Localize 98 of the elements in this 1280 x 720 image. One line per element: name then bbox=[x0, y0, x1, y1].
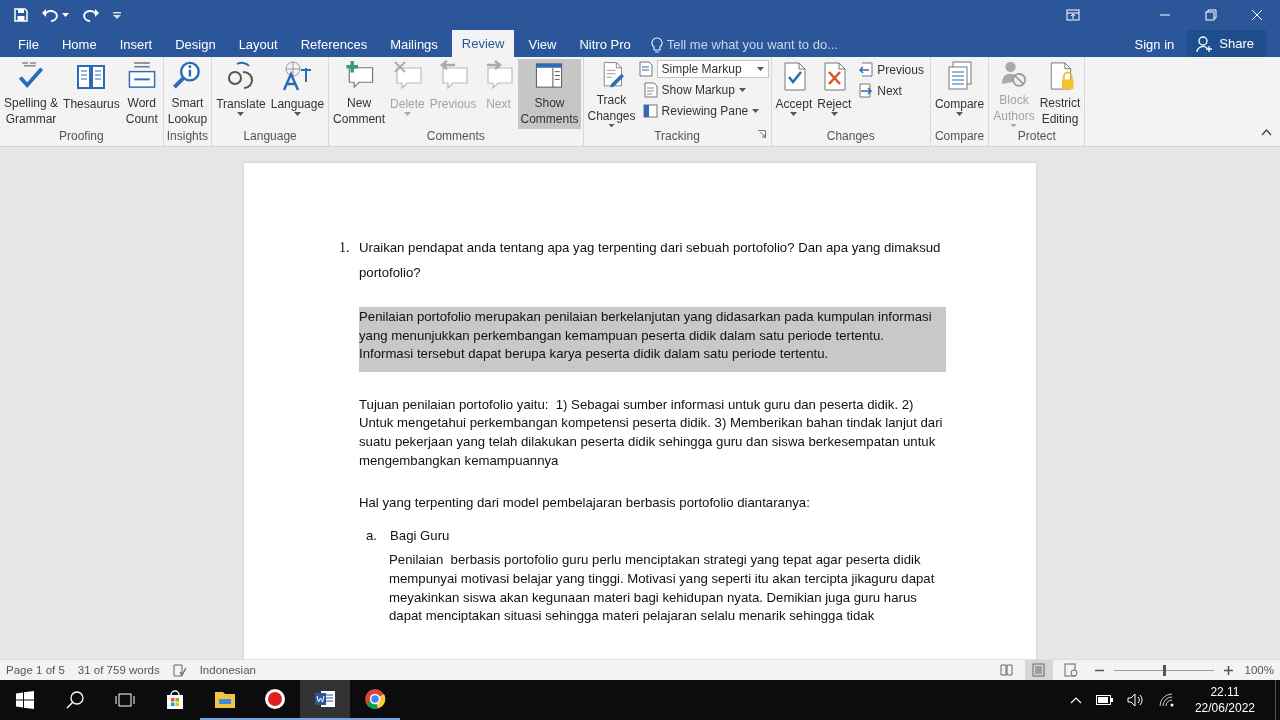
caret-icon bbox=[956, 112, 964, 116]
markup-dropdown[interactable]: Simple Markup bbox=[656, 60, 769, 78]
caret-icon bbox=[608, 123, 615, 127]
ribbon-button[interactable]: Show Markup bbox=[638, 80, 769, 99]
store-icon bbox=[164, 689, 186, 711]
caret-icon bbox=[293, 112, 301, 116]
previous-change-icon bbox=[858, 61, 874, 78]
ribbon-button[interactable]: Next bbox=[854, 81, 928, 100]
ribbon-button[interactable]: Word Count bbox=[122, 59, 161, 129]
group-label: Compare bbox=[934, 129, 985, 145]
zoom-in-icon[interactable] bbox=[1223, 665, 1233, 675]
ribbon-button[interactable]: Spelling & Grammar bbox=[2, 59, 61, 129]
ribbon-button[interactable]: Smart Lookup bbox=[165, 59, 210, 129]
tell-me-field[interactable]: Tell me what you want to do... bbox=[666, 37, 907, 52]
caret-icon bbox=[738, 87, 746, 92]
group-label: Insights bbox=[166, 129, 209, 145]
ribbon-button[interactable]: Reject bbox=[815, 59, 854, 129]
ribbon-button[interactable]: Track Changes bbox=[585, 59, 638, 129]
wifi-icon[interactable] bbox=[1158, 693, 1175, 707]
undo-icon[interactable] bbox=[42, 8, 58, 22]
proofing-icon[interactable] bbox=[172, 663, 187, 677]
ribbon-button[interactable]: Reviewing Pane bbox=[638, 101, 769, 120]
zoom-level[interactable]: 100% bbox=[1244, 664, 1274, 676]
save-icon[interactable] bbox=[14, 8, 28, 22]
search-icon[interactable] bbox=[66, 691, 84, 709]
ribbon-tab[interactable]: Mailings bbox=[381, 32, 447, 57]
ribbon-button[interactable]: Language bbox=[268, 59, 327, 129]
ribbon-tab[interactable]: Nitro Pro bbox=[570, 32, 640, 57]
word-count[interactable]: 31 of 759 words bbox=[77, 664, 160, 676]
pane-icon bbox=[642, 102, 658, 119]
group-label: Changes bbox=[826, 129, 875, 145]
caret-icon bbox=[1010, 123, 1018, 127]
document-icon bbox=[642, 81, 658, 98]
speaker-icon[interactable] bbox=[1126, 693, 1145, 707]
group-label: Tracking bbox=[654, 129, 700, 145]
record-icon bbox=[264, 688, 286, 710]
sign-in-link[interactable]: Sign in bbox=[1125, 32, 1184, 57]
slider-thumb[interactable] bbox=[1162, 664, 1166, 676]
ribbon-button[interactable]: Accept bbox=[773, 59, 815, 129]
ribbon-button[interactable]: New Comment bbox=[331, 59, 388, 129]
group-label: Comments bbox=[426, 129, 485, 145]
clock[interactable]: 22.11 22/06/2022 bbox=[1194, 685, 1255, 715]
comment-add-icon bbox=[343, 60, 376, 91]
globe-icon bbox=[281, 60, 314, 92]
web-page-icon bbox=[1063, 663, 1078, 677]
book-icon bbox=[999, 663, 1014, 677]
caret-icon bbox=[62, 13, 69, 17]
ribbon-button[interactable]: Translate bbox=[214, 59, 268, 129]
group-label: Protect bbox=[1017, 129, 1056, 145]
comment-delete-icon bbox=[391, 60, 424, 92]
taskbar-app[interactable] bbox=[300, 680, 350, 720]
ribbon-tab[interactable]: File bbox=[9, 32, 48, 57]
person-add-icon bbox=[1196, 34, 1215, 53]
browser-icon bbox=[364, 688, 386, 710]
ribbon-tab[interactable]: Home bbox=[52, 32, 106, 57]
battery-icon[interactable] bbox=[1095, 695, 1113, 705]
subheading: Bagi Guru bbox=[390, 526, 450, 545]
ribbon-tab[interactable]: Insert bbox=[110, 32, 162, 57]
ribbon-tab[interactable]: Design bbox=[166, 32, 225, 57]
collapse-icon[interactable] bbox=[1261, 129, 1272, 136]
caret-icon bbox=[830, 112, 838, 116]
share-button[interactable]: Share bbox=[1187, 30, 1266, 57]
start-icon[interactable] bbox=[16, 691, 34, 709]
list-letter: a. bbox=[366, 526, 378, 545]
ribbon-button[interactable]: Compare bbox=[932, 59, 987, 129]
next-change-icon bbox=[858, 82, 874, 99]
caret-icon bbox=[752, 108, 760, 113]
caret-icon bbox=[403, 112, 411, 116]
page-count[interactable]: Page 1 of 5 bbox=[6, 664, 65, 676]
chevron-up-icon[interactable] bbox=[1069, 696, 1082, 704]
caret-icon bbox=[237, 112, 245, 116]
paragraph: Tujuan penilaian portofolio yaitu: 1) Sebagai sumber informasi untuk guru dan peserta didik. 2) Untuk mengetahui perkembangan kompetensi peserta didik. 3) Memberikan bahan tindak lanjut dari suatu pekerjaan yang telah dilakukan peserta didik sehingga guru dan siswa berkesempatan untuk mengembangkan kemampuannya bbox=[359, 395, 944, 470]
paragraph: Hal yang terpenting dari model pembelajaran berbasis portofolio diantaranya: bbox=[359, 494, 811, 513]
ribbon-tab[interactable]: View bbox=[519, 32, 566, 57]
ribbon-tab[interactable]: Review bbox=[451, 30, 515, 57]
ribbon-button[interactable]: Restrict Editing bbox=[1037, 59, 1083, 129]
task-view-icon[interactable] bbox=[114, 692, 136, 708]
ribbon-button[interactable]: Previous bbox=[854, 60, 928, 79]
list-number: 1. bbox=[339, 239, 351, 257]
question-text: Uraikan pendapat anda tentang apa yag terpenting dari sebuah portofolio? Dan apa yang dimaksud portofolio? bbox=[359, 239, 942, 282]
ribbon-tab[interactable]: Layout bbox=[229, 32, 287, 57]
ribbon-button[interactable]: Thesaurus bbox=[61, 59, 122, 129]
group-label: Proofing bbox=[59, 129, 104, 145]
paragraph: Penilaian portofolio merupakan penilaian berkelanjutan yang didasarkan pada kumpulan informasi yang menunjukkan perkembangan kemampuan peserta didik dalam satu periode tertentu. Informasi tersebut dapat berupa karya peserta didik dalam satu periode tertentu. bbox=[359, 307, 946, 372]
markup-icon bbox=[638, 61, 653, 77]
ribbon-button[interactable]: Show Comments bbox=[518, 59, 581, 129]
redo-icon[interactable] bbox=[83, 8, 99, 22]
word-icon bbox=[314, 688, 336, 710]
lightbulb-icon bbox=[650, 36, 663, 53]
dialog-launcher-icon[interactable] bbox=[757, 130, 766, 138]
ribbon-tab[interactable]: References bbox=[291, 32, 377, 57]
page-icon bbox=[1031, 663, 1046, 677]
language-label[interactable]: Indonesian bbox=[199, 664, 256, 676]
group-label: Language bbox=[243, 129, 297, 145]
paragraph: Penilaian berbasis portofolio guru perlu menciptakan strategi yang tepat agar peserta didik mempunyai motivasi belajar yang tinggi. Motivasi yang seperti itu akan tercipta jikaguru dapat meyakinkan siswa akan kegunaan materi bagi kehidupan nyata. Demikian juga guru harus dapat menciptakan situasi sehingga materi pelajaran selalu menarik sehingga tidak bbox=[389, 551, 936, 626]
customize-icon[interactable] bbox=[113, 11, 121, 19]
caret-icon bbox=[756, 67, 764, 71]
caret-icon bbox=[790, 112, 798, 116]
